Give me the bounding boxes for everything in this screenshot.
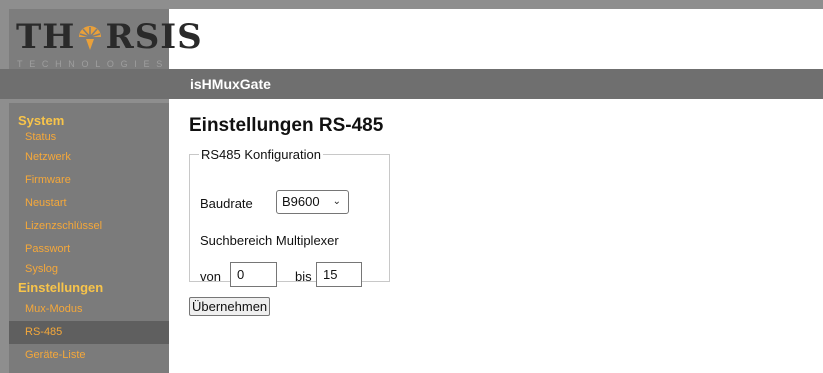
sidebar-item-firmware[interactable]: Firmware [9, 169, 169, 192]
baudrate-value: B9600 [282, 194, 320, 209]
sidebar-heading-system: System [18, 113, 65, 128]
logo-mark-icon [75, 23, 105, 50]
logo-text-right: RSIS [105, 17, 203, 57]
baudrate-select[interactable]: B9600 ⌄ [276, 190, 349, 214]
logo-subtitle: TECHNOLOGIES [17, 59, 169, 69]
app-title: isHMuxGate [190, 76, 271, 92]
baudrate-label: Baudrate [200, 196, 253, 211]
range-to-input[interactable] [316, 262, 362, 287]
banner-area [169, 9, 823, 69]
logo-text-left: TH [16, 17, 76, 57]
sidebar-item-lizenzschluessel[interactable]: Lizenzschlüssel [9, 215, 169, 238]
logo: TH RSIS TECHNOLOGIES [9, 9, 202, 69]
baudrate-row: Baudrate B9600 ⌄ [200, 190, 349, 214]
page-title: Einstellungen RS-485 [189, 115, 384, 136]
sidebar-item-rs485[interactable]: RS-485 [9, 321, 169, 344]
header-bar: isHMuxGate [169, 69, 823, 99]
sidebar-item-geraete-liste[interactable]: Geräte-Liste [9, 344, 169, 367]
from-label: von [200, 269, 221, 284]
range-row: von bis [200, 269, 312, 284]
sidebar-item-syslog[interactable]: Syslog [9, 261, 169, 278]
logo-wordmark: TH RSIS [16, 20, 203, 54]
sidebar-item-mux-modus[interactable]: Mux-Modus [9, 298, 169, 321]
rs485-config-fieldset: RS485 Konfiguration Baudrate B9600 ⌄ Suc… [189, 147, 390, 287]
chevron-down-icon: ⌄ [332, 196, 341, 207]
range-from-input[interactable] [230, 262, 277, 287]
main-content: Einstellungen RS-485 RS485 Konfiguration… [169, 99, 823, 373]
to-label: bis [295, 269, 312, 284]
sidebar-item-status[interactable]: Status [9, 129, 169, 146]
sidebar-item-neustart[interactable]: Neustart [9, 192, 169, 215]
sidebar-item-netzwerk[interactable]: Netzwerk [9, 146, 169, 169]
apply-button[interactable]: Übernehmen [189, 297, 271, 316]
fieldset-legend: RS485 Konfiguration [201, 147, 321, 162]
multiplexer-label: Suchbereich Multiplexer [200, 233, 339, 248]
sidebar: System Status Netzwerk Firmware Neustart… [9, 103, 169, 373]
sidebar-heading-einstellungen: Einstellungen [18, 280, 104, 295]
sidebar-item-passwort[interactable]: Passwort [9, 238, 169, 261]
header-bar-left [0, 69, 169, 99]
